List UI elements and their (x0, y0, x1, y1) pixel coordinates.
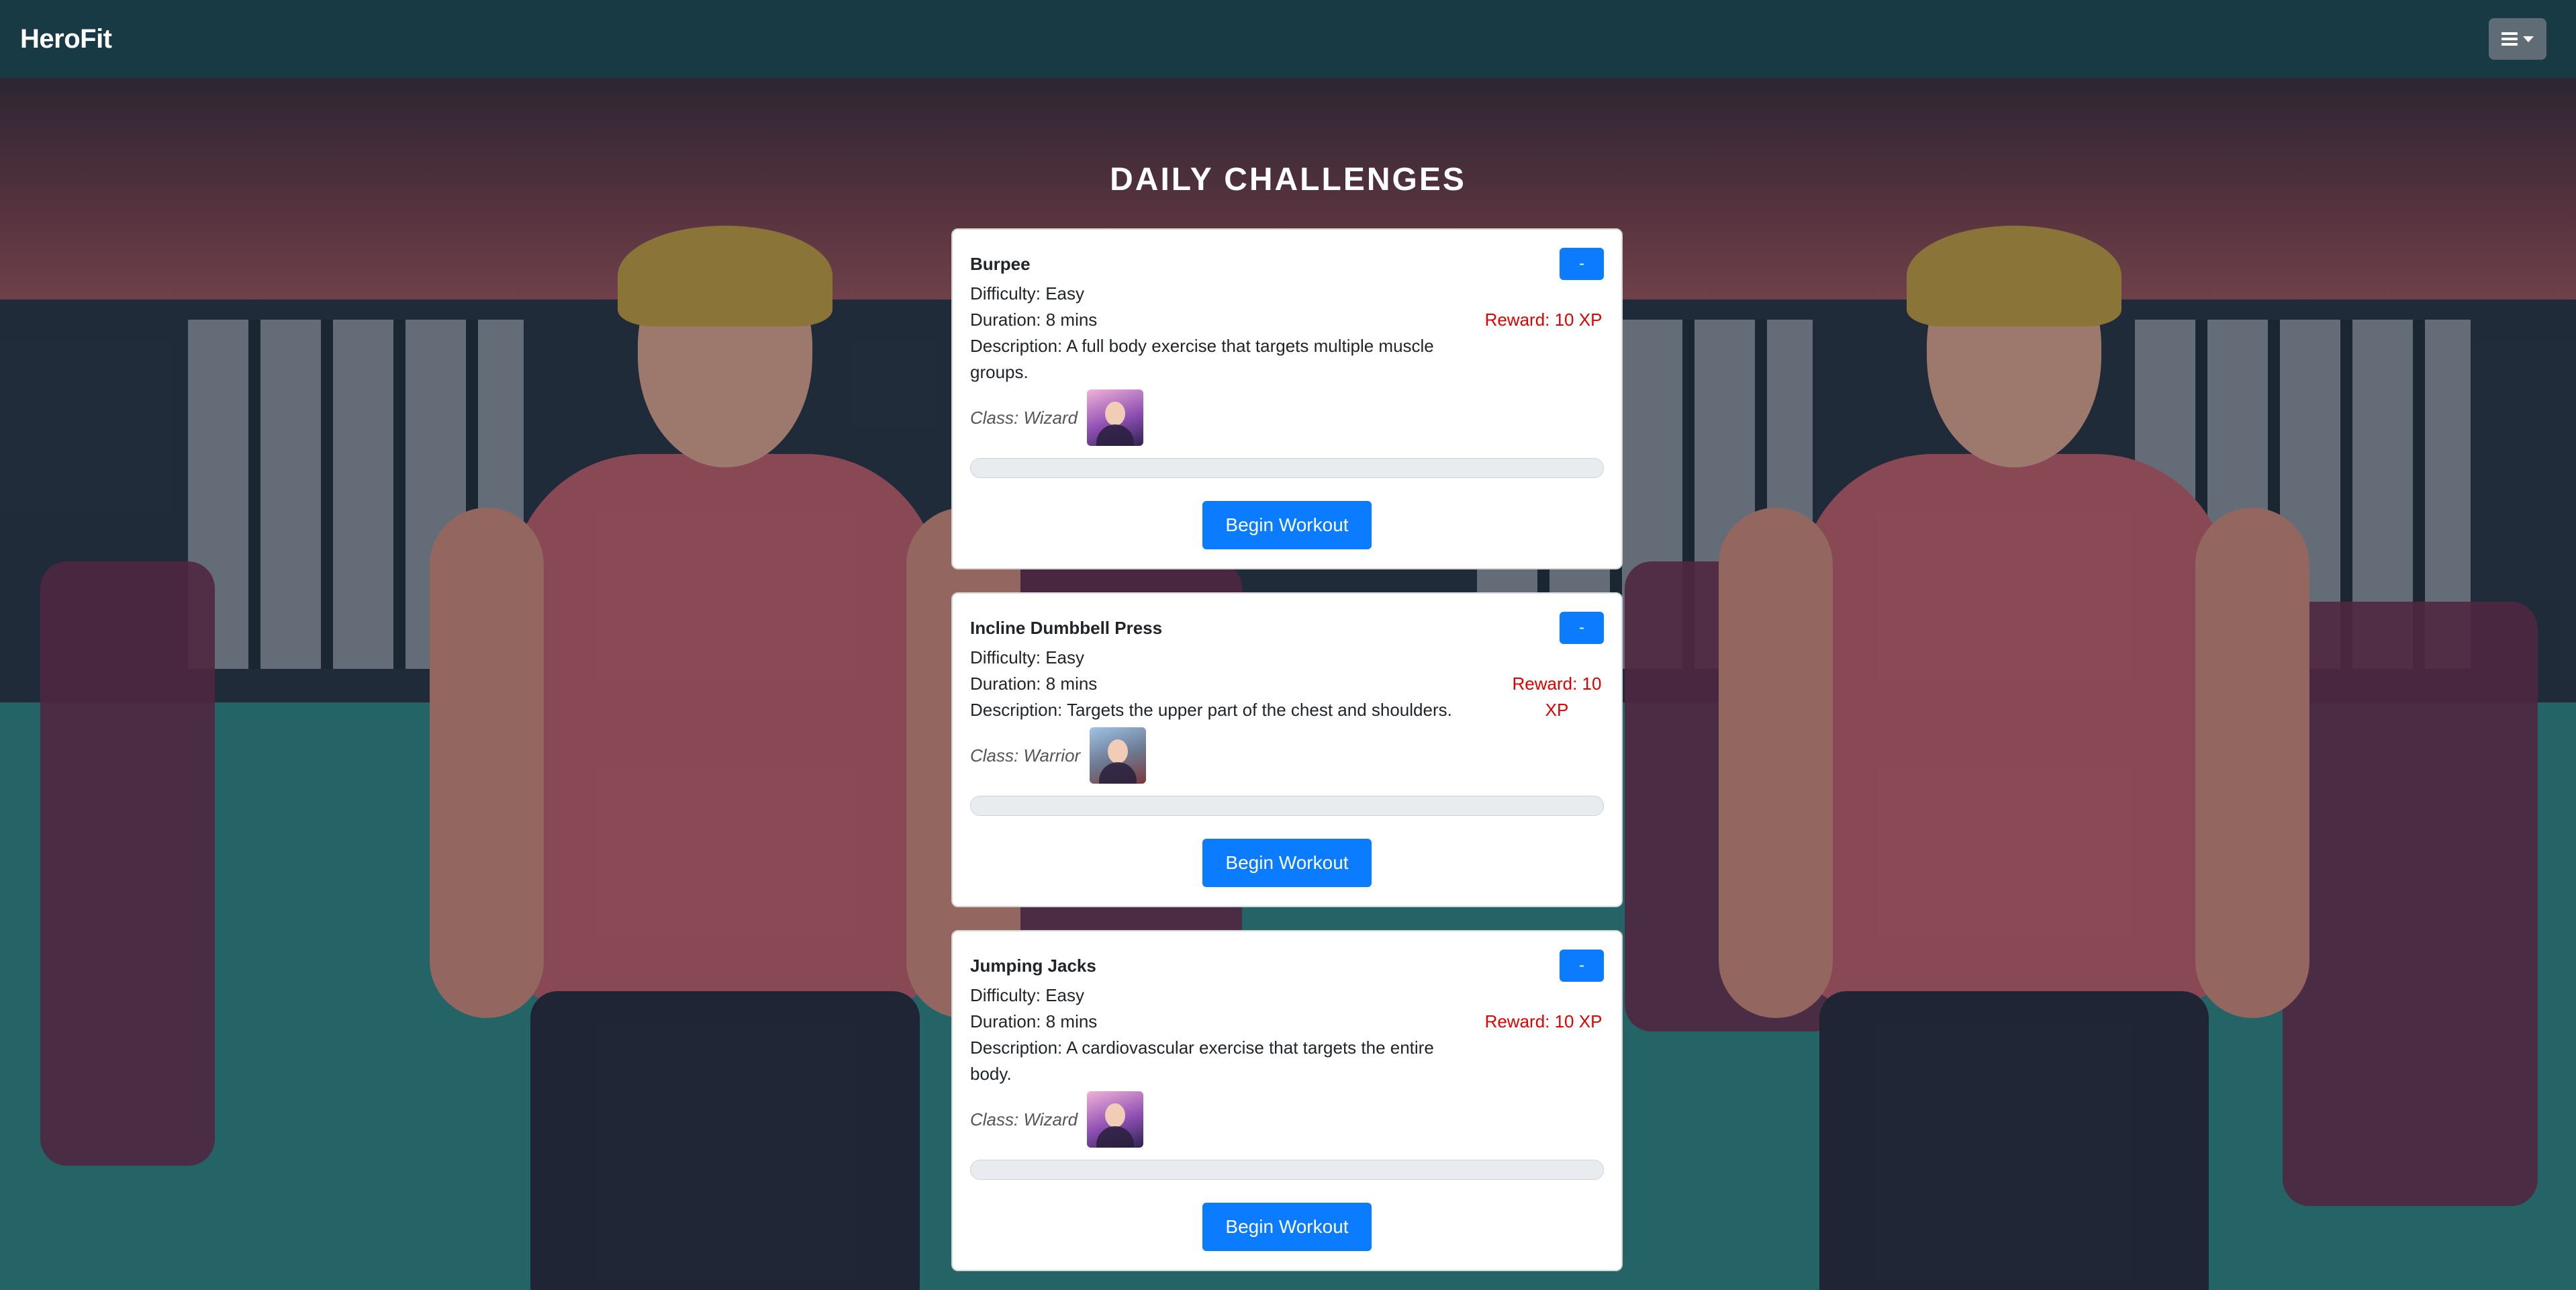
challenge-duration: Duration: 8 mins (970, 1011, 1098, 1031)
challenge-class: Class: Wizard (970, 1109, 1078, 1130)
challenge-difficulty: Difficulty: Easy (970, 647, 1085, 667)
begin-workout-button[interactable]: Begin Workout (1202, 839, 1372, 887)
challenge-difficulty: Difficulty: Easy (970, 283, 1085, 304)
challenge-progress-bar (970, 796, 1604, 816)
challenge-description: Description: A cardiovascular exercise t… (970, 1038, 1434, 1084)
challenge-duration: Duration: 8 mins (970, 310, 1098, 330)
menu-toggle-button[interactable] (2489, 18, 2546, 60)
challenge-title: Incline Dumbbell Press (970, 617, 1163, 638)
challenge-description: Description: A full body exercise that t… (970, 336, 1434, 382)
challenge-reward: Reward: 10 XP (1512, 674, 1602, 720)
begin-workout-button[interactable]: Begin Workout (1202, 1203, 1372, 1251)
begin-workout-button[interactable]: Begin Workout (1202, 501, 1372, 549)
challenge-title: Burpee (970, 253, 1031, 274)
challenge-class: Class: Wizard (970, 407, 1078, 428)
challenge-class: Class: Warrior (970, 745, 1081, 766)
brand-logo[interactable]: HeroFit (20, 24, 112, 54)
warrior-avatar (1090, 727, 1147, 784)
hamburger-icon (2501, 32, 2518, 46)
wizard-avatar (1087, 1091, 1144, 1148)
challenge-description: Description: Targets the upper part of t… (970, 700, 1452, 720)
collapse-button[interactable]: - (1560, 950, 1604, 982)
challenge-title: Jumping Jacks (970, 955, 1096, 976)
collapse-button[interactable]: - (1560, 612, 1604, 644)
challenge-reward: Reward: 10 XP (1484, 310, 1603, 330)
collapse-button[interactable]: - (1560, 248, 1604, 280)
challenge-card: Burpee - Difficulty: Easy Duration: 8 mi… (951, 228, 1623, 569)
challenge-duration: Duration: 8 mins (970, 674, 1098, 694)
page-title: DAILY CHALLENGES (1110, 162, 1466, 197)
wizard-avatar (1087, 389, 1144, 446)
challenge-progress-bar (970, 1160, 1604, 1180)
challenge-card: Jumping Jacks - Difficulty: Easy Duratio… (951, 930, 1623, 1271)
challenge-card: Incline Dumbbell Press - Difficulty: Eas… (951, 592, 1623, 907)
navbar: HeroFit (0, 0, 2576, 78)
challenge-reward: Reward: 10 XP (1484, 1011, 1603, 1031)
caret-down-icon (2523, 36, 2534, 42)
challenge-progress-bar (970, 458, 1604, 478)
challenge-list: Burpee - Difficulty: Easy Duration: 8 mi… (951, 228, 1623, 1290)
challenge-difficulty: Difficulty: Easy (970, 985, 1085, 1005)
